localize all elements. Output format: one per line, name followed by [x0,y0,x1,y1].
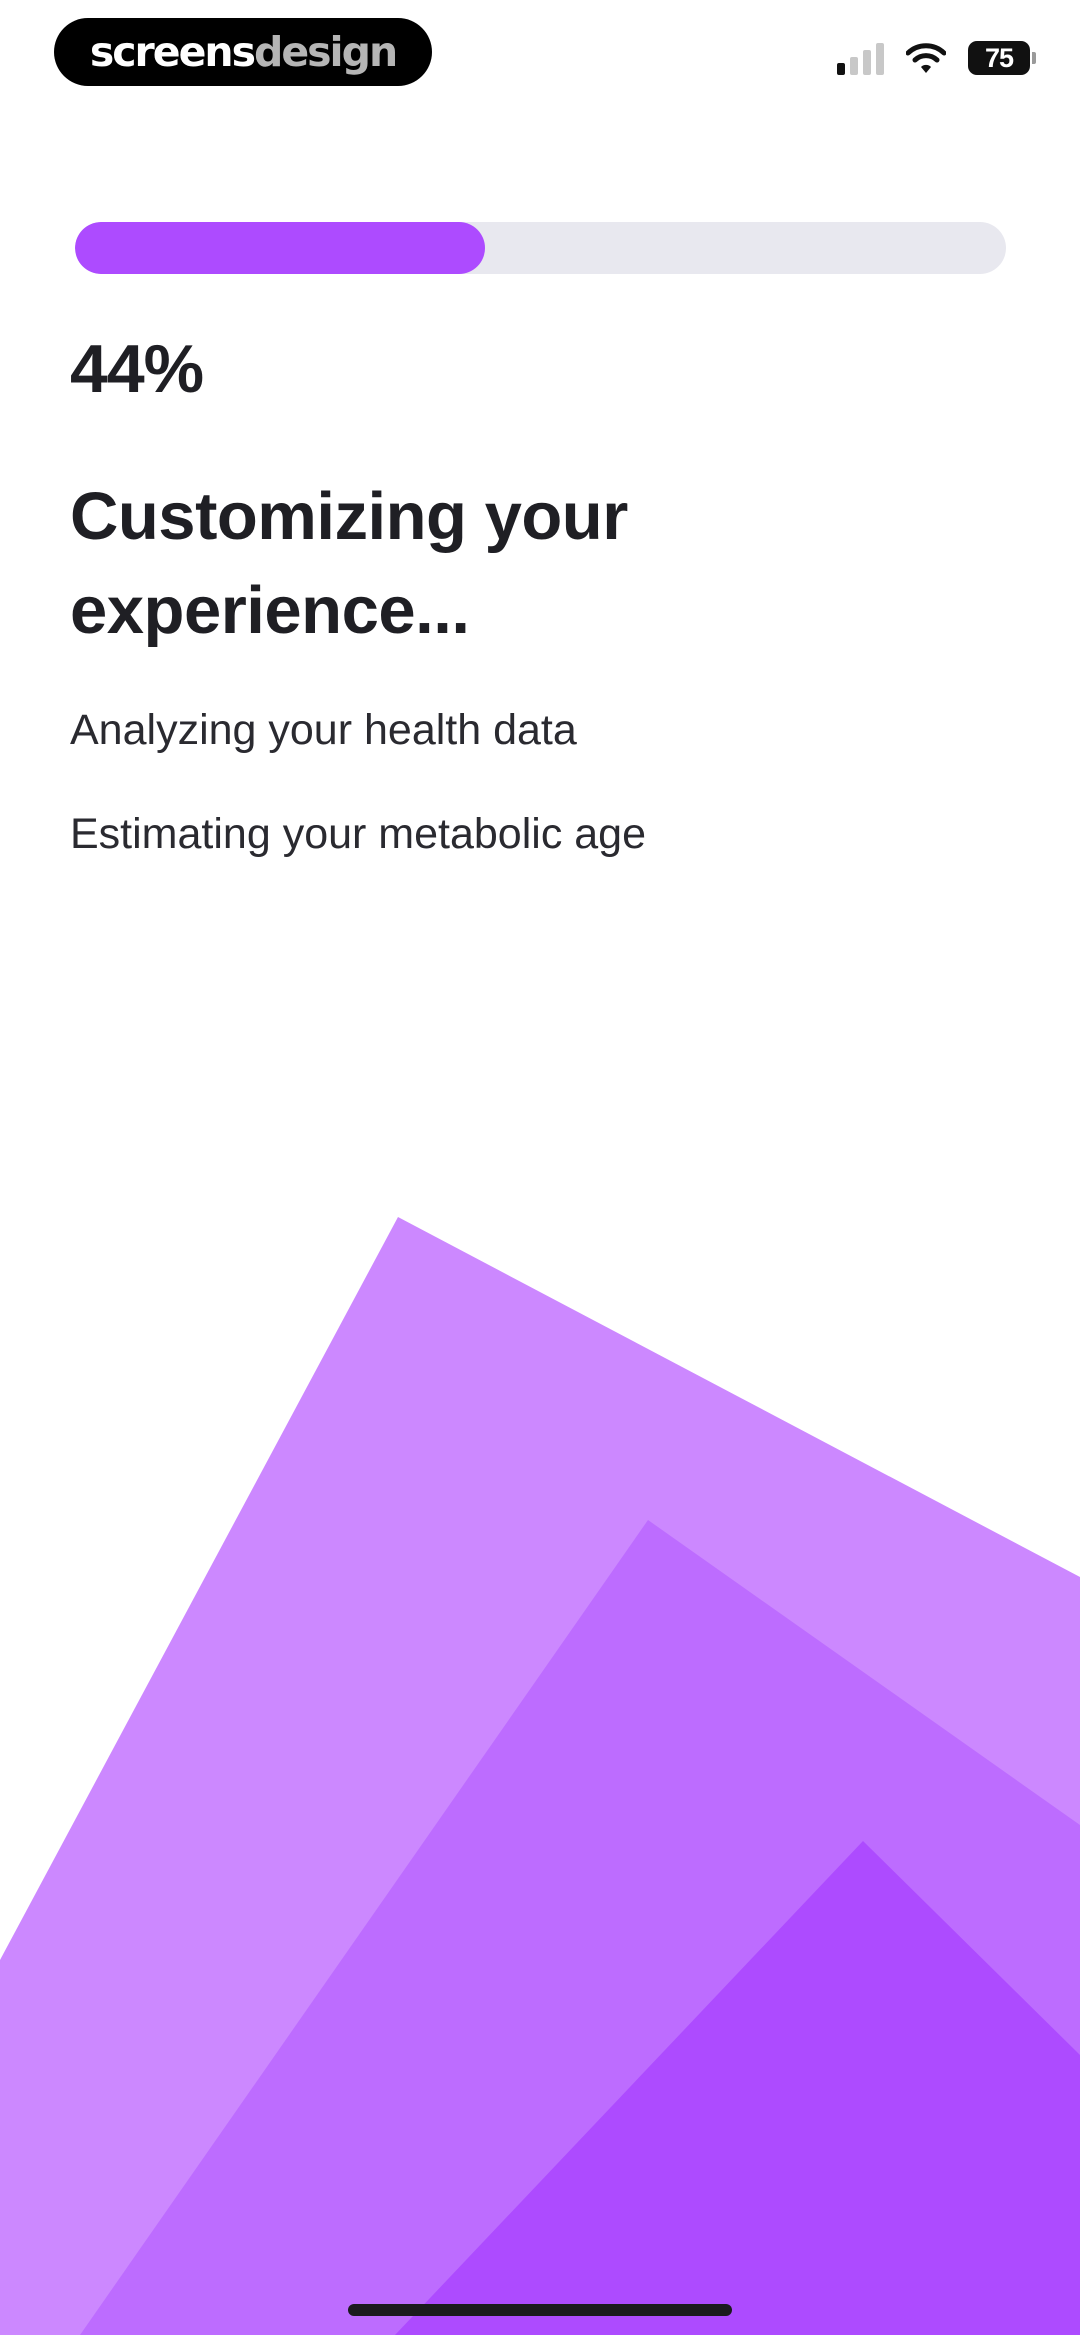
home-indicator[interactable] [348,2304,732,2316]
progress-bar-fill [75,222,485,274]
status-step: Estimating your metabolic age [70,810,647,858]
brand-watermark: screens design [54,18,432,86]
progress-bar [75,222,1006,274]
cellular-signal-icon [837,41,884,75]
progress-percent: 44% [70,331,204,407]
wifi-icon [906,43,946,73]
brand-text-part1: screens [89,28,256,76]
battery-level: 75 [968,41,1030,75]
status-step: Analyzing your health data [70,706,577,754]
page-title: Customizing your experience... [70,479,628,648]
brand-text-part2: design [253,28,398,76]
status-steps-list: Analyzing your health data Estimating yo… [70,700,646,908]
battery-icon: 75 [968,41,1036,75]
status-icons: 75 [837,38,1036,78]
